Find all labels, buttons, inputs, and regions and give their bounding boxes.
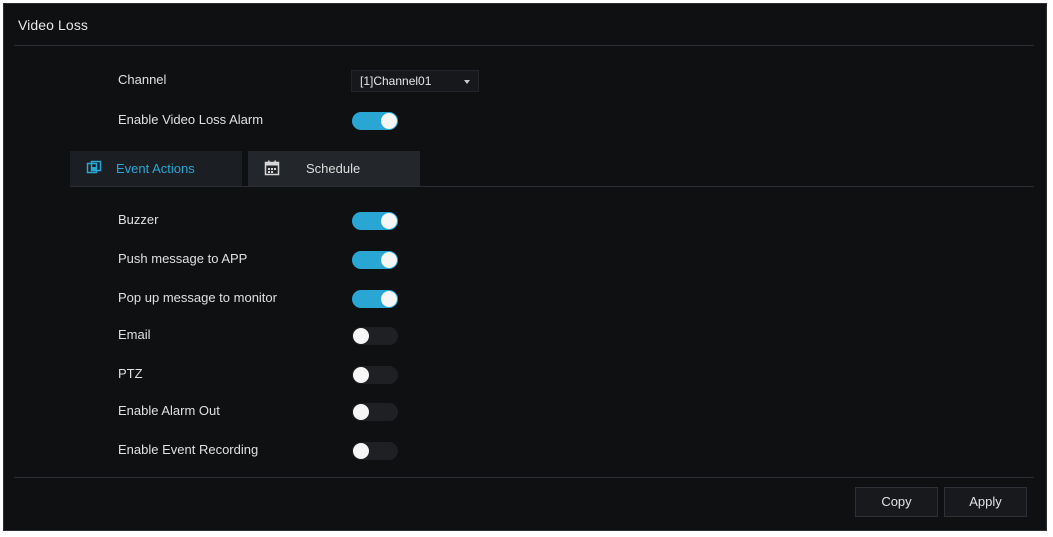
event-actions-icon [86,160,102,174]
popup-message-toggle[interactable] [352,290,398,308]
tab-event-actions[interactable]: Event Actions [70,151,242,186]
toggle-knob [353,443,369,459]
apply-button[interactable]: Apply [944,487,1027,517]
copy-button[interactable]: Copy [855,487,938,517]
toggle-knob [381,113,397,129]
channel-label: Channel [118,72,167,87]
email-label: Email [118,327,151,342]
title-divider [14,45,1034,46]
enable-video-loss-alarm-toggle[interactable] [352,112,398,130]
event-recording-label: Enable Event Recording [118,442,259,457]
footer-divider [14,477,1034,478]
toggle-knob [381,291,397,307]
toggle-knob [353,367,369,383]
buzzer-toggle[interactable] [352,212,398,230]
alarm-out-toggle[interactable] [352,403,398,421]
push-message-toggle[interactable] [352,251,398,269]
tab-schedule[interactable]: Schedule [248,151,420,186]
channel-select[interactable]: [1]Channel01 [351,70,479,92]
push-message-label: Push message to APP [118,251,248,266]
event-recording-toggle[interactable] [352,442,398,460]
toggle-knob [381,213,397,229]
tab-schedule-label: Schedule [306,161,361,176]
enable-video-loss-alarm-label: Enable Video Loss Alarm [118,112,264,127]
toggle-knob [353,328,369,344]
buzzer-label: Buzzer [118,212,159,227]
chevron-down-icon [464,80,470,84]
alarm-out-label: Enable Alarm Out [118,403,220,418]
page-title: Video Loss [18,17,89,33]
ptz-label: PTZ [118,366,143,381]
popup-message-label: Pop up message to monitor [118,290,277,305]
channel-select-value: [1]Channel01 [360,74,432,88]
calendar-icon [264,160,280,176]
email-toggle[interactable] [352,327,398,345]
video-loss-panel: Video Loss Channel [1]Channel01 Enable V… [3,3,1047,531]
tab-event-actions-label: Event Actions [116,161,195,176]
toggle-knob [381,252,397,268]
ptz-toggle[interactable] [352,366,398,384]
tabs-divider [70,186,1034,187]
toggle-knob [353,404,369,420]
